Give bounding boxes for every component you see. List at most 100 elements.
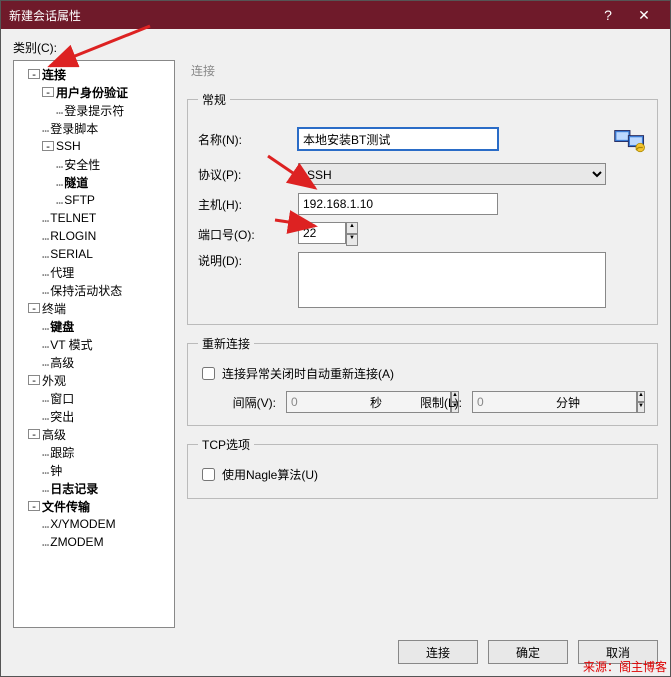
tcp-legend: TCP选项: [198, 436, 254, 453]
expander-icon[interactable]: -: [28, 69, 40, 79]
port-up[interactable]: ▲: [346, 222, 358, 234]
tree-branch-icon: …: [42, 445, 48, 459]
tree-item-24[interactable]: -文件传输: [14, 497, 174, 515]
tree-branch-icon: …: [42, 535, 48, 549]
name-label: 名称(N):: [198, 131, 298, 148]
tree-branch-icon: …: [42, 337, 48, 351]
reconnect-group: 重新连接 连接异常关闭时自动重新连接(A) 间隔(V): ▲▼ 秒 限制(L):: [187, 335, 658, 426]
tree-item-9[interactable]: …RLOGIN: [14, 227, 174, 245]
category-tree[interactable]: -连接-用户身份验证…登录提示符…登录脚本-SSH…安全性…隧道…SFTP…TE…: [13, 60, 175, 628]
tree-branch-icon: …: [42, 319, 48, 333]
close-button[interactable]: ✕: [626, 1, 662, 29]
tree-branch-icon: …: [56, 103, 62, 117]
expander-icon[interactable]: -: [28, 375, 40, 385]
tree-branch-icon: …: [42, 229, 48, 243]
tree-item-23[interactable]: …日志记录: [14, 479, 174, 497]
protocol-label: 协议(P):: [198, 166, 298, 183]
port-down[interactable]: ▼: [346, 234, 358, 246]
name-input[interactable]: [298, 128, 498, 150]
tree-item-1[interactable]: -用户身份验证: [14, 83, 174, 101]
tree-item-14[interactable]: …键盘: [14, 317, 174, 335]
tree-item-label: 文件传输: [42, 498, 90, 515]
tree-item-22[interactable]: …钟: [14, 461, 174, 479]
tree-item-label: 用户身份验证: [56, 84, 128, 101]
section-title: 连接: [187, 60, 658, 81]
tree-branch-icon: …: [42, 409, 48, 423]
tree-item-label: SSH: [56, 139, 81, 153]
tree-item-20[interactable]: -高级: [14, 425, 174, 443]
tree-item-label: 窗口: [50, 390, 74, 407]
watermark: 来源：阁主博客: [583, 658, 667, 675]
protocol-select[interactable]: SSH: [298, 163, 606, 185]
tree-item-label: 外观: [42, 372, 66, 389]
tree-item-21[interactable]: …跟踪: [14, 443, 174, 461]
tree-item-label: SERIAL: [50, 247, 93, 261]
expander-icon[interactable]: -: [42, 141, 54, 151]
tree-item-label: 隧道: [64, 174, 88, 191]
tree-item-label: 登录脚本: [50, 120, 98, 137]
ok-button[interactable]: 确定: [488, 640, 568, 664]
tree-item-2[interactable]: …登录提示符: [14, 101, 174, 119]
tree-item-label: 终端: [42, 300, 66, 317]
interval-unit: 秒: [370, 394, 394, 411]
tree-branch-icon: …: [42, 121, 48, 135]
tree-item-label: 高级: [50, 354, 74, 371]
desc-label: 说明(D):: [198, 252, 298, 269]
tree-item-18[interactable]: …窗口: [14, 389, 174, 407]
nagle-checkbox-label: 使用Nagle算法(U): [222, 466, 318, 483]
expander-icon[interactable]: -: [28, 303, 40, 313]
expander-icon[interactable]: -: [28, 429, 40, 439]
tree-item-19[interactable]: …突出: [14, 407, 174, 425]
computers-icon: [613, 122, 647, 156]
host-label: 主机(H):: [198, 196, 298, 213]
tree-item-13[interactable]: -终端: [14, 299, 174, 317]
tree-item-label: VT 模式: [50, 336, 92, 353]
tree-item-11[interactable]: …代理: [14, 263, 174, 281]
tree-item-4[interactable]: -SSH: [14, 137, 174, 155]
desc-textarea[interactable]: [298, 252, 606, 308]
tree-item-label: ZMODEM: [50, 535, 103, 549]
tree-item-label: 连接: [42, 66, 66, 83]
limit-down: ▼: [637, 402, 645, 413]
tree-item-15[interactable]: …VT 模式: [14, 335, 174, 353]
tree-item-26[interactable]: …ZMODEM: [14, 533, 174, 551]
tree-branch-icon: …: [42, 355, 48, 369]
tree-item-12[interactable]: …保持活动状态: [14, 281, 174, 299]
tree-item-5[interactable]: …安全性: [14, 155, 174, 173]
tree-item-label: 安全性: [64, 156, 100, 173]
tree-item-10[interactable]: …SERIAL: [14, 245, 174, 263]
port-label: 端口号(O):: [198, 226, 298, 243]
tree-item-7[interactable]: …SFTP: [14, 191, 174, 209]
tree-item-label: 保持活动状态: [50, 282, 122, 299]
general-legend: 常规: [198, 91, 230, 108]
reconnect-checkbox[interactable]: [202, 367, 215, 380]
tree-item-label: 高级: [42, 426, 66, 443]
reconnect-checkbox-label: 连接异常关闭时自动重新连接(A): [222, 365, 394, 382]
tree-branch-icon: …: [42, 517, 48, 531]
expander-icon[interactable]: -: [42, 87, 54, 97]
tree-item-label: X/YMODEM: [50, 517, 115, 531]
tcp-group: TCP选项 使用Nagle算法(U): [187, 436, 658, 499]
expander-icon[interactable]: -: [28, 501, 40, 511]
tree-branch-icon: …: [56, 175, 62, 189]
connect-button[interactable]: 连接: [398, 640, 478, 664]
tree-branch-icon: …: [56, 193, 62, 207]
host-input[interactable]: [298, 193, 498, 215]
limit-up: ▲: [637, 391, 645, 402]
port-input[interactable]: [298, 222, 346, 244]
tree-item-label: RLOGIN: [50, 229, 96, 243]
tree-item-0[interactable]: -连接: [14, 65, 174, 83]
tree-branch-icon: …: [42, 247, 48, 261]
tree-item-17[interactable]: -外观: [14, 371, 174, 389]
tree-item-3[interactable]: …登录脚本: [14, 119, 174, 137]
reconnect-legend: 重新连接: [198, 335, 254, 352]
nagle-checkbox[interactable]: [202, 468, 215, 481]
window-title: 新建会话属性: [9, 7, 590, 24]
tree-item-25[interactable]: …X/YMODEM: [14, 515, 174, 533]
tree-branch-icon: …: [42, 211, 48, 225]
tree-item-16[interactable]: …高级: [14, 353, 174, 371]
help-button[interactable]: ?: [590, 1, 626, 29]
tree-item-8[interactable]: …TELNET: [14, 209, 174, 227]
tree-item-label: SFTP: [64, 193, 95, 207]
tree-item-6[interactable]: …隧道: [14, 173, 174, 191]
